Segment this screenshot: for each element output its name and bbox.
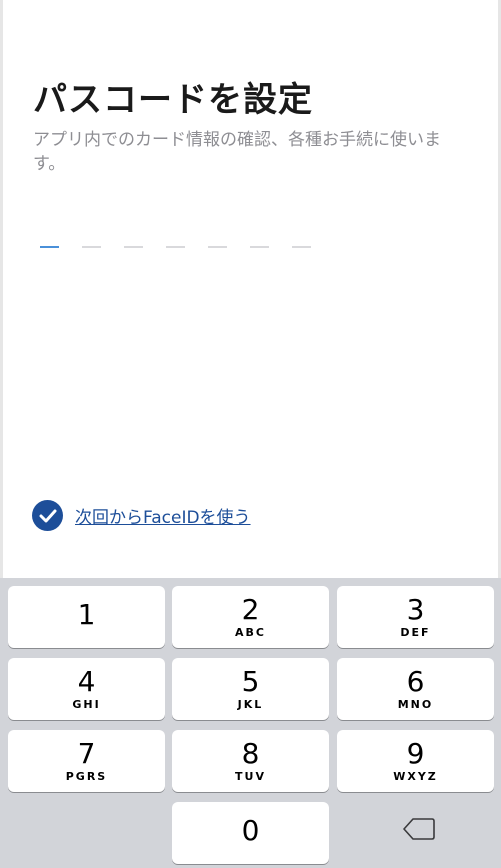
- page-description: アプリ内でのカード情報の確認、各種お手続に使います。: [33, 130, 441, 174]
- key-5-number: 5: [241, 665, 260, 698]
- key-0[interactable]: 0: [172, 802, 329, 864]
- key-9-number: 9: [406, 737, 425, 770]
- checkmark-icon[interactable]: [32, 500, 63, 531]
- key-3-number: 3: [406, 593, 425, 626]
- passcode-digit-4: [166, 246, 185, 248]
- key-0-number: 0: [241, 814, 260, 847]
- passcode-digit-5: [208, 246, 227, 248]
- key-6-letters: MNO: [397, 698, 434, 711]
- passcode-field[interactable]: [40, 246, 311, 248]
- key-9[interactable]: 9 WXYZ: [337, 730, 494, 792]
- key-3-letters: DEF: [400, 626, 431, 639]
- key-7-letters: PGRS: [65, 770, 108, 783]
- key-5-letters: JKL: [237, 698, 264, 711]
- key-8-number: 8: [241, 737, 260, 770]
- key-4-letters: GHI: [72, 698, 101, 711]
- delete-key[interactable]: [340, 800, 497, 862]
- passcode-digit-3: [124, 246, 143, 248]
- numeric-keypad: 1 2 ABC 3 DEF 4 GHI 5 JKL 6 MNO 7 PGRS 8…: [0, 578, 501, 868]
- key-2-letters: ABC: [235, 626, 266, 639]
- key-6-number: 6: [406, 665, 425, 698]
- faceid-toggle[interactable]: 次回からFaceIDを使う: [32, 500, 251, 531]
- key-1-number: 1: [77, 598, 96, 631]
- key-7[interactable]: 7 PGRS: [8, 730, 165, 792]
- key-4[interactable]: 4 GHI: [8, 658, 165, 720]
- faceid-label[interactable]: 次回からFaceIDを使う: [75, 503, 251, 528]
- key-2-number: 2: [241, 593, 260, 626]
- page-title: パスコードを設定: [33, 80, 313, 120]
- key-4-number: 4: [77, 665, 96, 698]
- delete-backspace-icon: [402, 818, 435, 844]
- passcode-digit-7: [292, 246, 311, 248]
- key-9-letters: WXYZ: [393, 770, 438, 783]
- passcode-digit-6: [250, 246, 269, 248]
- key-5[interactable]: 5 JKL: [172, 658, 329, 720]
- key-6[interactable]: 6 MNO: [337, 658, 494, 720]
- passcode-digit-1: [40, 246, 59, 248]
- key-7-number: 7: [77, 737, 96, 770]
- key-8[interactable]: 8 TUV: [172, 730, 329, 792]
- key-8-letters: TUV: [235, 770, 266, 783]
- passcode-digit-2: [82, 246, 101, 248]
- key-3[interactable]: 3 DEF: [337, 586, 494, 648]
- key-2[interactable]: 2 ABC: [172, 586, 329, 648]
- key-1[interactable]: 1: [8, 586, 165, 648]
